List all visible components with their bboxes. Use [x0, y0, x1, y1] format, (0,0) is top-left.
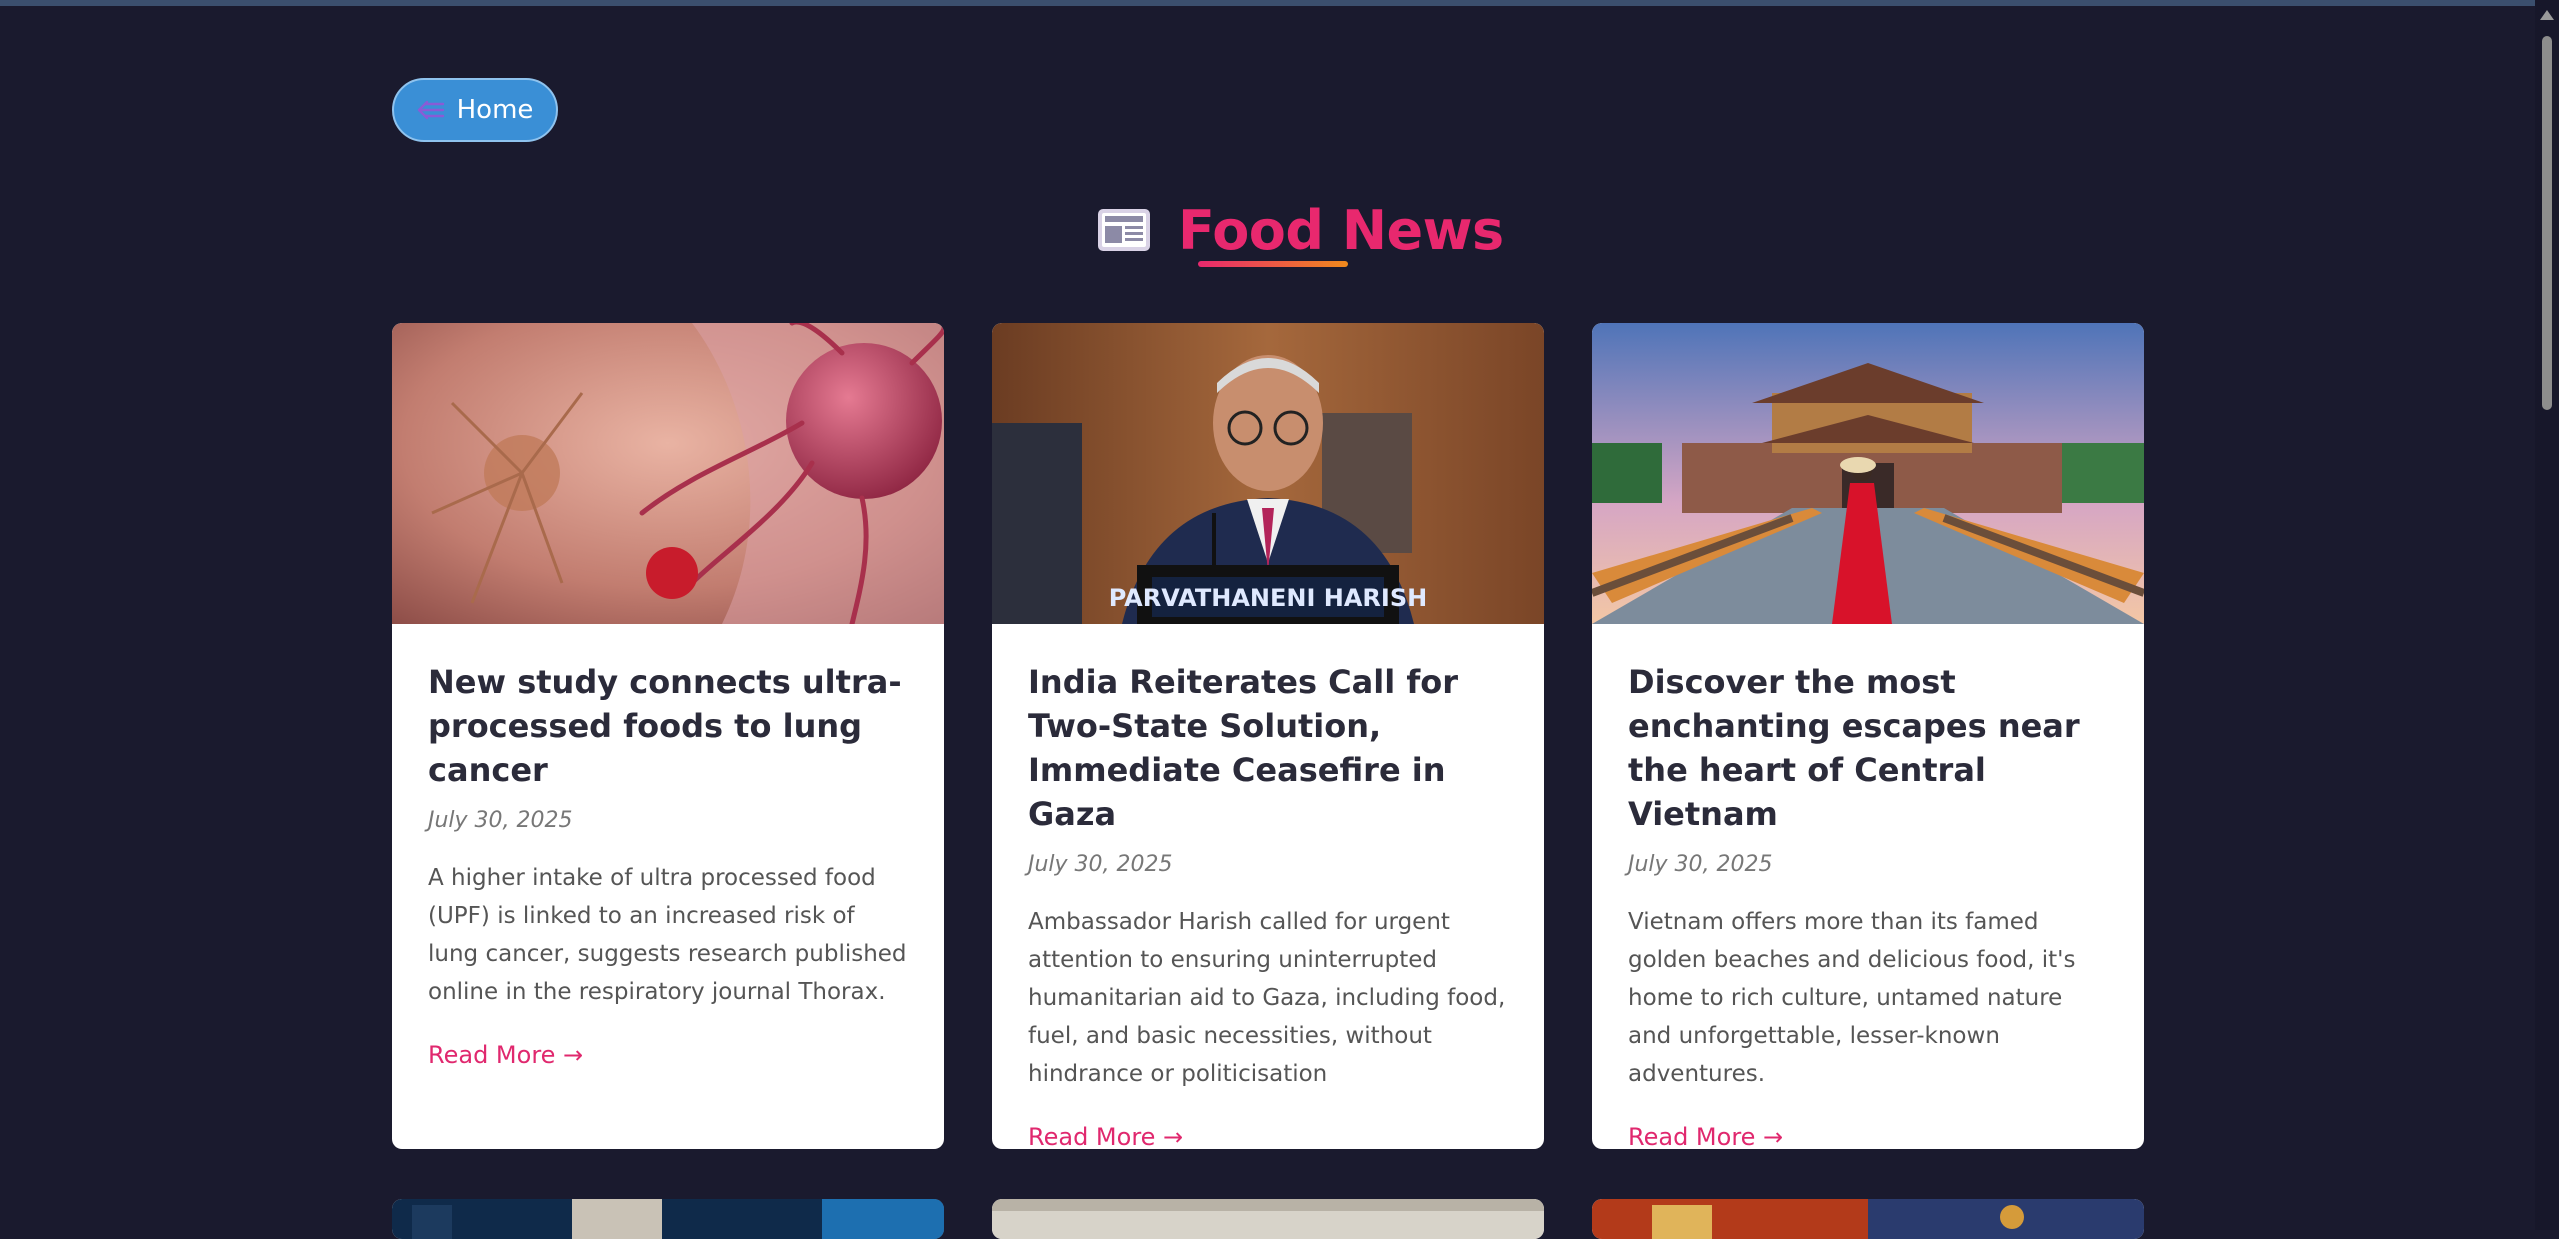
article-date: July 30, 2025 — [428, 808, 573, 833]
heading-underline — [1198, 260, 1348, 267]
article-date: July 30, 2025 — [1628, 852, 1773, 877]
article-title[interactable]: India Reiterates Call for Two-State Solu… — [1028, 660, 1508, 836]
home-button-label: Home — [456, 95, 534, 125]
back-arrow-icon — [417, 100, 444, 120]
scrollbar-thumb[interactable] — [2542, 36, 2552, 410]
news-card — [392, 1199, 944, 1239]
page-title: Food News — [1096, 195, 1504, 267]
article-image-collage — [1592, 1199, 2144, 1239]
newspaper-icon — [1098, 209, 1150, 251]
read-more-link[interactable]: Read More → — [1028, 1123, 1183, 1149]
browser-top-edge — [0, 0, 2559, 6]
article-image-vietnam-palace — [1592, 323, 2144, 624]
article-title[interactable]: Discover the most enchanting escapes nea… — [1628, 660, 2108, 836]
news-card — [1592, 1199, 2144, 1239]
article-title[interactable]: New study connects ultra-processed foods… — [428, 660, 908, 792]
nameplate-text: PARVATHANENI HARISH — [1109, 584, 1427, 612]
page-heading: Food News — [1178, 199, 1504, 267]
article-image-cancer-cells — [392, 323, 944, 624]
read-more-link[interactable]: Read More → — [1628, 1123, 1783, 1149]
article-image-light — [992, 1199, 1544, 1239]
article-excerpt: A higher intake of ultra processed food … — [428, 865, 907, 1005]
news-card: Discover the most enchanting escapes nea… — [1592, 323, 2144, 1149]
article-image-stage — [392, 1199, 944, 1239]
vertical-scrollbar[interactable] — [2535, 0, 2559, 1230]
article-excerpt: Ambassador Harish called for urgent atte… — [1028, 909, 1506, 1087]
read-more-link[interactable]: Read More → — [428, 1041, 583, 1069]
article-date: July 30, 2025 — [1028, 852, 1173, 877]
home-button[interactable]: Home — [392, 78, 558, 142]
article-image-ambassador: PARVATHANENI HARISH — [992, 323, 1544, 624]
news-card: New study connects ultra-processed foods… — [392, 323, 944, 1149]
article-excerpt: Vietnam offers more than its famed golde… — [1628, 909, 2076, 1087]
scroll-up-arrow-icon[interactable] — [2540, 10, 2554, 20]
news-card: PARVATHANENI HARISH India Reiterates Cal… — [992, 323, 1544, 1149]
news-card — [992, 1199, 1544, 1239]
